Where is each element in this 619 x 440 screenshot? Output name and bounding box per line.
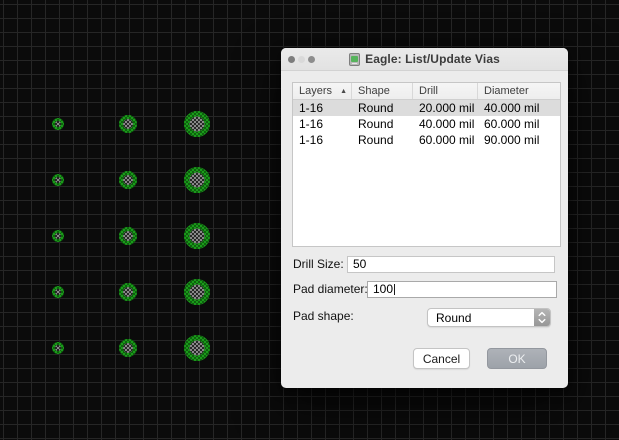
via[interactable] bbox=[118, 226, 138, 246]
column-header-drill[interactable]: Drill bbox=[413, 83, 478, 99]
ok-button[interactable]: OK bbox=[487, 348, 547, 369]
sort-ascending-icon: ▲ bbox=[340, 88, 347, 95]
close-button-icon[interactable] bbox=[288, 56, 295, 63]
drill-size-label: Drill Size: bbox=[293, 256, 344, 273]
vias-table: Layers ▲ Shape Drill Diameter 1-16 Round… bbox=[292, 82, 561, 247]
via[interactable] bbox=[118, 338, 138, 358]
drill-size-input[interactable]: 50 bbox=[347, 256, 555, 273]
traffic-lights bbox=[288, 56, 315, 63]
via[interactable] bbox=[183, 222, 211, 250]
eagle-document-icon bbox=[349, 53, 360, 66]
window-title: Eagle: List/Update Vias bbox=[365, 52, 500, 66]
table-row[interactable]: 1-16 Round 40.000 mil 60.000 mil bbox=[293, 116, 560, 132]
via[interactable] bbox=[51, 285, 65, 299]
dropdown-stepper-icon bbox=[534, 309, 550, 326]
via[interactable] bbox=[118, 282, 138, 302]
via[interactable] bbox=[51, 341, 65, 355]
vias-dialog: Eagle: List/Update Vias Layers ▲ Shape D… bbox=[281, 48, 568, 388]
text-caret bbox=[394, 284, 395, 295]
table-row[interactable]: 1-16 Round 20.000 mil 40.000 mil bbox=[293, 100, 560, 116]
column-header-diameter[interactable]: Diameter bbox=[478, 83, 560, 99]
column-header-layers[interactable]: Layers ▲ bbox=[293, 83, 352, 99]
via[interactable] bbox=[51, 173, 65, 187]
via[interactable] bbox=[118, 114, 138, 134]
titlebar[interactable]: Eagle: List/Update Vias bbox=[281, 48, 568, 71]
via[interactable] bbox=[183, 334, 211, 362]
table-header: Layers ▲ Shape Drill Diameter bbox=[293, 83, 560, 100]
via[interactable] bbox=[183, 110, 211, 138]
via[interactable] bbox=[118, 170, 138, 190]
zoom-button-icon[interactable] bbox=[308, 56, 315, 63]
table-row[interactable]: 1-16 Round 60.000 mil 90.000 mil bbox=[293, 132, 560, 148]
pad-shape-dropdown[interactable]: Round bbox=[427, 308, 551, 327]
cancel-button[interactable]: Cancel bbox=[413, 348, 470, 369]
via[interactable] bbox=[51, 229, 65, 243]
via[interactable] bbox=[51, 117, 65, 131]
pad-shape-label: Pad shape: bbox=[293, 308, 354, 325]
column-header-shape[interactable]: Shape bbox=[352, 83, 413, 99]
minimize-button-icon[interactable] bbox=[298, 56, 305, 63]
pad-diameter-label: Pad diameter: bbox=[293, 281, 368, 298]
via[interactable] bbox=[183, 278, 211, 306]
via[interactable] bbox=[183, 166, 211, 194]
pad-diameter-input[interactable]: 100 bbox=[367, 281, 557, 298]
